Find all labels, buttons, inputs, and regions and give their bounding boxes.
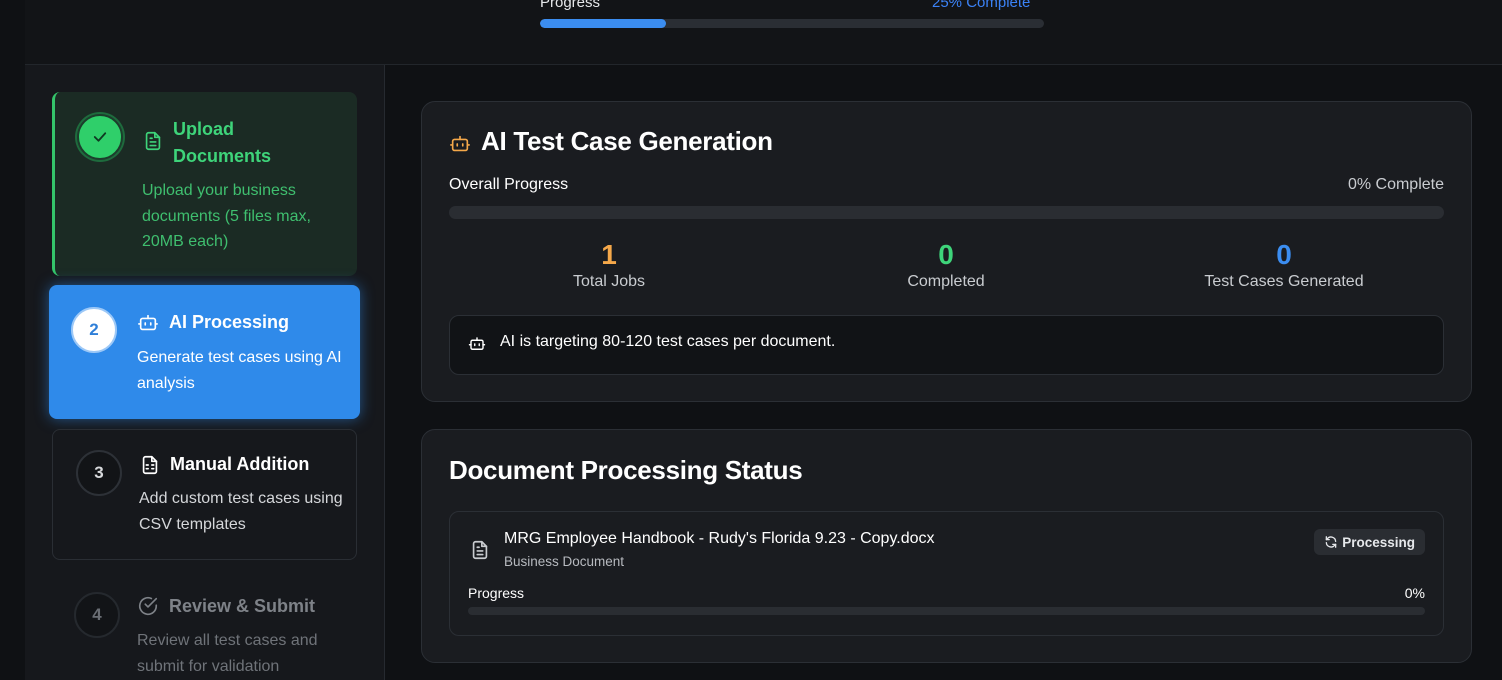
overall-progress-percent: 0% Complete bbox=[1347, 176, 1444, 193]
stat-label: Test Cases Generated bbox=[1204, 273, 1364, 290]
notice-text: AI is targeting 80-120 test cases per do… bbox=[500, 333, 836, 350]
file-text-icon bbox=[472, 540, 488, 560]
bot-icon bbox=[138, 314, 158, 331]
status-badge: Processing bbox=[1314, 529, 1425, 555]
document-progress-bar bbox=[468, 607, 1425, 615]
bot-icon bbox=[468, 337, 486, 350]
file-spreadsheet-icon bbox=[142, 455, 158, 475]
stat-label: Completed bbox=[907, 273, 985, 290]
step-number: 4 bbox=[74, 592, 120, 638]
steps-sidebar: Upload Documents Upload your business do… bbox=[25, 65, 385, 680]
step-title: Review & Submit bbox=[169, 596, 316, 616]
step-review-submit: 4 Review & Submit Review all test cases … bbox=[52, 572, 357, 680]
step-title: Upload Documents bbox=[173, 119, 272, 166]
top-header: Progress 25% Complete bbox=[25, 0, 1502, 65]
header-progress-label: Progress bbox=[540, 0, 601, 11]
check-circle-icon bbox=[138, 597, 158, 615]
document-progress-label: Progress bbox=[468, 585, 525, 601]
step-1-complete-indicator bbox=[77, 114, 123, 160]
document-type: Business Document bbox=[504, 554, 625, 569]
stat-total-jobs: 1 Total Jobs bbox=[459, 237, 759, 291]
step-ai-processing[interactable]: 2 AI Processing Generate test cases usin… bbox=[49, 285, 360, 419]
stat-value: 0 bbox=[938, 239, 954, 270]
card-title: Document Processing Status bbox=[449, 455, 803, 485]
step-description: Add custom test cases using CSV template… bbox=[139, 490, 343, 533]
file-text-icon bbox=[145, 131, 161, 151]
status-badge-label: Processing bbox=[1342, 534, 1415, 550]
stat-value: 1 bbox=[601, 239, 617, 270]
overall-progress-bar bbox=[449, 206, 1444, 219]
step-description: Review all test cases and submit for val… bbox=[137, 632, 318, 675]
step-number: 2 bbox=[71, 307, 117, 353]
stat-completed: 0 Completed bbox=[796, 237, 1096, 291]
header-progress-bar bbox=[540, 19, 1044, 28]
bot-icon bbox=[450, 135, 470, 152]
step-number: 3 bbox=[76, 450, 122, 496]
document-item: MRG Employee Handbook - Rudy's Florida 9… bbox=[449, 511, 1444, 636]
refresh-icon bbox=[1325, 536, 1337, 548]
document-status-card: Document Processing Status MRG Employee … bbox=[421, 429, 1472, 663]
header-progress-percent: 25% Complete bbox=[932, 0, 1031, 11]
stat-test-cases-generated: 0 Test Cases Generated bbox=[1134, 237, 1434, 291]
stat-value: 0 bbox=[1276, 239, 1292, 270]
step-upload-documents[interactable]: Upload Documents Upload your business do… bbox=[52, 92, 357, 276]
ai-target-notice: AI is targeting 80-120 test cases per do… bbox=[449, 315, 1444, 375]
document-progress-percent: 0% bbox=[1404, 585, 1425, 601]
step-manual-addition[interactable]: 3 Manual Addition Add custom test cases … bbox=[52, 429, 357, 560]
step-title: Manual Addition bbox=[170, 454, 310, 474]
header-progress-fill bbox=[540, 19, 666, 28]
check-icon bbox=[93, 132, 107, 142]
step-description: Generate test cases using AI analysis bbox=[137, 349, 342, 392]
step-title: AI Processing bbox=[169, 312, 290, 332]
stat-label: Total Jobs bbox=[572, 273, 646, 290]
step-description: Upload your business documents (5 files … bbox=[142, 182, 311, 250]
document-name: MRG Employee Handbook - Rudy's Florida 9… bbox=[504, 530, 935, 547]
card-title: AI Test Case Generation bbox=[481, 126, 773, 156]
ai-generation-card: AI Test Case Generation Overall Progress… bbox=[421, 101, 1472, 402]
overall-progress-label: Overall Progress bbox=[449, 176, 569, 193]
